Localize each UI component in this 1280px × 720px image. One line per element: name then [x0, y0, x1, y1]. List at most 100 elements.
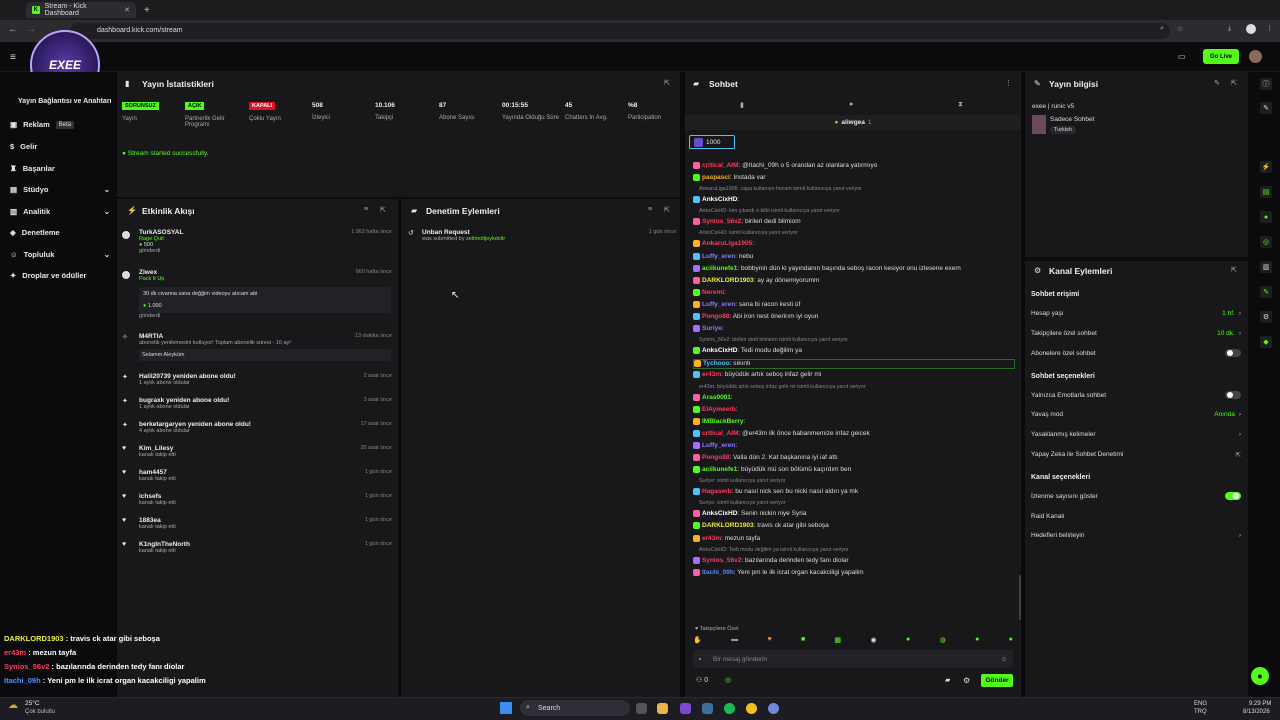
chat-message[interactable]: AnksCixHD: [693, 196, 1018, 203]
chrome-icon[interactable] [746, 703, 757, 714]
chat-username[interactable]: er43m [702, 372, 721, 379]
chat-message[interactable]: paspasci: Instada var [693, 174, 1018, 181]
windows-start-icon[interactable] [500, 702, 512, 714]
sidebar-item-community[interactable]: ☺ Topluluk ⌄ [10, 250, 110, 259]
chat-username[interactable]: Neremi [702, 289, 724, 296]
chat-username[interactable]: critical_AIM [702, 430, 739, 437]
chat-message[interactable]: Synios_56v2: birileri dedi bilmiom [693, 218, 1018, 226]
back-icon[interactable]: ← [8, 24, 18, 35]
chat-message[interactable]: Pongo88: Valla dün 2. Kat başkanına iyi … [693, 454, 1018, 461]
chat-username[interactable]: Luffy_eren [702, 253, 735, 260]
emote-icon[interactable]: ● [906, 636, 910, 646]
sidebar-item-drops[interactable]: ✦ Droplar ve ödüller [10, 271, 110, 280]
app-icon[interactable] [680, 703, 691, 714]
chat-username[interactable]: ElAymeerb [702, 406, 736, 413]
chat-username[interactable]: DARKLORD1903 [702, 523, 754, 530]
chat-username[interactable]: Hagaserb [702, 488, 732, 495]
emote-icon[interactable]: ✋ [693, 636, 702, 646]
chat-username[interactable]: AnkaruLiga1905 [702, 241, 752, 248]
chat-bubble-icon[interactable]: ▰ [945, 676, 950, 684]
chat-username[interactable]: critical_AIM [702, 162, 739, 169]
chat-username[interactable]: DARKLORD1903 [702, 277, 754, 284]
emote-icon[interactable]: ◍ [940, 636, 946, 646]
gear-icon[interactable]: ⚙ [1260, 311, 1272, 323]
chat-username[interactable]: aciikunefe1 [702, 265, 737, 272]
hourglass-icon[interactable]: ⧗ [958, 101, 963, 109]
setting-followers-only[interactable]: Takipçilere özel sohbet 10 dk. › [1031, 330, 1241, 337]
browser-tab[interactable]: K Stream - Kick Dashboard ✕ [26, 2, 136, 18]
trash-icon[interactable]: ▮ [740, 101, 744, 109]
popout-icon[interactable]: ⇱ [1231, 79, 1237, 87]
edit-icon[interactable]: ✎ [1214, 79, 1220, 87]
popout-icon[interactable]: ⇱ [664, 79, 670, 87]
filter-icon[interactable]: ≡ [648, 206, 652, 213]
chat-bubble-icon[interactable]: ● [1260, 211, 1272, 223]
pinned-gifter-bar[interactable]: ● aliwgea 1 [685, 115, 1021, 130]
chat-username[interactable]: IMBlackBerry [702, 418, 744, 425]
chat-message[interactable]: Pongo88: Abi iron nest önerirım iyi oyun [693, 313, 1018, 320]
gear-icon[interactable]: ⚙ [963, 676, 970, 685]
setting-raid-channel[interactable]: Raid Kanalı [1031, 513, 1241, 520]
chat-username[interactable]: Luffy_eren [702, 301, 735, 308]
document-icon[interactable]: ▤ [1260, 186, 1272, 198]
sidebar-item-revenue[interactable]: $ Gelir [10, 142, 110, 151]
chat-username[interactable]: Tychooo [703, 361, 730, 368]
chat-message[interactable]: AnksCixHD: Senin nickin niye Syria [693, 510, 1018, 518]
taskbar-search[interactable]: ⌕ Search [520, 700, 630, 716]
chat-username[interactable]: Synios_56v2 [702, 219, 741, 226]
chat-username[interactable]: Itachi_09h [702, 569, 734, 576]
broadcast-icon[interactable]: ◎ [1260, 236, 1272, 248]
chat-message[interactable]: Luffy_eren: [693, 441, 1018, 449]
emote-icon[interactable]: ▬ [731, 636, 738, 646]
chat-username[interactable]: Aras0001 [702, 394, 731, 401]
chat-username[interactable]: paspasci [702, 174, 730, 181]
chat-username[interactable]: er43m [702, 535, 721, 542]
menu-dots-icon[interactable]: ⋮ [1266, 24, 1273, 32]
chat-username[interactable]: Pongo88 [702, 313, 729, 320]
popout-icon[interactable]: ⇱ [380, 206, 386, 214]
category-name[interactable]: Sadece Sohbet [1050, 116, 1094, 123]
edit-icon[interactable]: ✎ [1260, 102, 1272, 114]
chat-message[interactable]: critical_AIM: @er43m ilk önce babanmemiz… [693, 429, 1018, 437]
profile-icon[interactable] [1246, 24, 1256, 34]
emoji-icon[interactable]: ☺ [1000, 656, 1007, 663]
chat-username[interactable]: Pongo88 [702, 454, 729, 461]
filter-icon[interactable]: ≡ [364, 206, 368, 213]
goal-widget[interactable]: 1000 [689, 135, 735, 149]
chat-input[interactable]: Bir mesaj gönderin ▪ ☺ [693, 650, 1013, 668]
chat-message[interactable]: DARKLORD1903: ay ay dönemiyorumm [693, 276, 1018, 284]
menu-dots-icon[interactable]: ⋮ [1005, 79, 1012, 87]
shield-icon[interactable]: ◆ [1260, 336, 1272, 348]
chat-username[interactable]: AnksCixHD [702, 511, 737, 518]
star-icon[interactable]: ☆ [1177, 25, 1183, 33]
toggle-switch[interactable] [1225, 492, 1241, 500]
points-indicator[interactable]: ⚇ 0 [696, 676, 708, 684]
task-view-icon[interactable] [636, 703, 647, 714]
chat-username[interactable]: AnksCixHD [702, 196, 737, 203]
chat-username[interactable]: aciikunefe1 [702, 466, 737, 473]
clock-time[interactable]: 9:29 PM [1249, 701, 1271, 707]
chat-scrollbar[interactable] [1019, 575, 1021, 620]
url-field[interactable]: dashboard.kick.com/stream [70, 23, 1170, 39]
toggle-switch[interactable] [1225, 349, 1241, 357]
chat-message[interactable]: Synios_56v2: bazılarında derinden tedy f… [693, 556, 1018, 564]
chat-settings-icon[interactable]: ● [849, 101, 853, 108]
setting-slow-mode[interactable]: Yavaş mod Anında › [1031, 411, 1241, 418]
timer-icon[interactable]: ◎ [725, 676, 731, 684]
chat-message[interactable]: critical_AIM: @Itachi_09h o 5 orandan az… [693, 162, 1018, 169]
chat-message[interactable]: Luffy_eren: sana bi racon kesti üf [693, 300, 1018, 308]
moderation-item-user[interactable]: zeitmoltjeykdsltr [466, 236, 505, 242]
chat-message[interactable]: aciikunefe1: büyüdük mü son bölümü kaçır… [693, 466, 1018, 473]
hamburger-icon[interactable]: ≡ [10, 52, 16, 63]
emote-icon[interactable]: ♥ [767, 636, 771, 646]
emote-icon[interactable]: ■ [801, 636, 805, 646]
support-chat-icon[interactable]: ● [1251, 667, 1269, 685]
chat-username[interactable]: Synios_56v2 [702, 557, 741, 564]
popout-icon[interactable]: ⇱ [664, 206, 670, 214]
discord-icon[interactable] [768, 703, 779, 714]
stats-icon[interactable]: ▥ [1260, 261, 1272, 273]
weather-temp[interactable]: 25°C [25, 700, 40, 707]
language-indicator[interactable]: ENG [1194, 701, 1207, 707]
chat-username[interactable]: Suriye [702, 325, 722, 332]
theater-icon[interactable]: ▭ [1178, 52, 1186, 61]
